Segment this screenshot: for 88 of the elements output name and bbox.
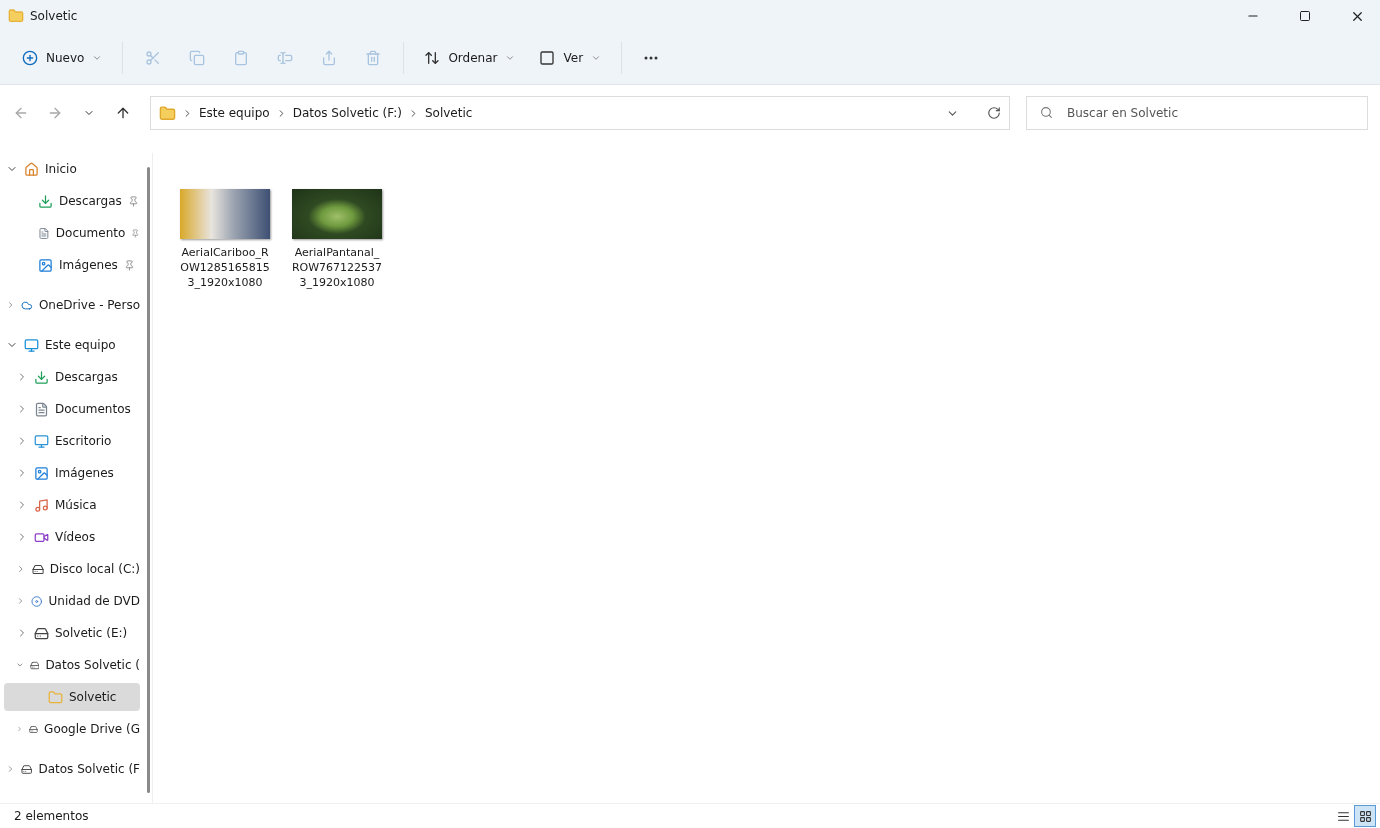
sidebar-item[interactable]: Inicio bbox=[4, 155, 140, 183]
file-name: AerialCariboo_ROW12851658153_1920x1080 bbox=[179, 245, 271, 290]
sidebar-item[interactable]: Datos Solvetic ( bbox=[4, 651, 140, 679]
sidebar-item[interactable]: Solvetic (E:) bbox=[4, 619, 140, 647]
sidebar-item[interactable]: Descargas bbox=[4, 187, 140, 215]
sort-button[interactable]: Ordenar bbox=[414, 41, 526, 75]
sidebar-item[interactable]: Unidad de DVD bbox=[4, 587, 140, 615]
folder-icon bbox=[48, 689, 63, 705]
disc-icon bbox=[31, 593, 43, 609]
forward-arrow-icon bbox=[47, 105, 63, 121]
sidebar-label: Descargas bbox=[59, 194, 122, 208]
photo-placeholder[interactable] bbox=[180, 189, 270, 239]
search-icon bbox=[1040, 106, 1053, 119]
sidebar-item[interactable]: Este equipo bbox=[4, 331, 140, 359]
sidebar-label: Música bbox=[55, 498, 97, 512]
sidebar-label: Disco local (C:) bbox=[49, 562, 140, 576]
address-bar[interactable]: Este equipo Datos Solvetic (F:) Solvetic bbox=[150, 96, 1010, 130]
drive-icon bbox=[34, 625, 49, 641]
picture-icon bbox=[38, 257, 53, 273]
scissors-icon bbox=[145, 50, 162, 66]
music-icon bbox=[34, 497, 49, 513]
sidebar-label: Unidad de DVD bbox=[48, 594, 140, 608]
desktop-icon bbox=[34, 433, 49, 449]
caret-icon bbox=[92, 53, 103, 63]
breadcrumb[interactable]: Solvetic bbox=[424, 106, 473, 120]
sidebar-label: Documentos bbox=[55, 402, 131, 416]
window-title: Solvetic bbox=[30, 9, 79, 23]
sidebar-label: Imágenes bbox=[59, 258, 118, 272]
sidebar-label: Este equipo bbox=[45, 338, 116, 352]
sidebar-label: Documento bbox=[55, 226, 126, 240]
trash-icon bbox=[365, 50, 382, 66]
maximize-icon bbox=[1299, 10, 1311, 22]
home-icon bbox=[24, 161, 39, 177]
download-icon bbox=[34, 369, 49, 385]
rename-icon bbox=[277, 50, 294, 66]
sidebar-item[interactable]: OneDrive - Perso bbox=[4, 291, 140, 319]
picture-icon bbox=[34, 465, 49, 481]
scrollbar[interactable] bbox=[147, 167, 150, 793]
grid-icon bbox=[1358, 809, 1372, 823]
sidebar-item[interactable]: Escritorio bbox=[4, 427, 140, 455]
sidebar-label: Google Drive (G bbox=[44, 722, 140, 736]
folder-icon bbox=[8, 8, 24, 24]
tiles-view-button[interactable] bbox=[1354, 805, 1376, 827]
sidebar-label: Solvetic (E:) bbox=[55, 626, 128, 640]
view-button[interactable]: Ver bbox=[529, 41, 612, 75]
sidebar-label: Descargas bbox=[55, 370, 118, 384]
document-icon bbox=[38, 225, 50, 241]
caret-icon bbox=[505, 53, 516, 63]
monitor-icon bbox=[24, 337, 39, 353]
sidebar-item[interactable]: Descargas bbox=[4, 363, 140, 391]
square-icon bbox=[539, 50, 556, 66]
sidebar-label: Imágenes bbox=[55, 466, 114, 480]
download-icon bbox=[38, 193, 53, 209]
photo-placeholder[interactable] bbox=[292, 189, 382, 239]
folder-icon bbox=[159, 104, 176, 122]
sidebar-item[interactable]: Imágenes bbox=[4, 459, 140, 487]
sidebar-label: Solvetic bbox=[69, 690, 117, 704]
breadcrumb[interactable]: Datos Solvetic (F:) bbox=[292, 106, 402, 120]
new-button[interactable]: Nuevo bbox=[12, 41, 113, 75]
breadcrumb[interactable]: Este equipo bbox=[199, 106, 270, 120]
file-name: AerialPantanal_ROW7671225373_1920x1080 bbox=[291, 245, 383, 290]
sidebar-item[interactable]: Solvetic bbox=[4, 683, 140, 711]
sidebar-item[interactable]: Vídeos bbox=[4, 523, 140, 551]
caret-icon bbox=[591, 53, 602, 63]
sidebar-label: Datos Solvetic ( bbox=[45, 658, 140, 672]
list-icon bbox=[1336, 809, 1350, 823]
item-count: 2 elementos bbox=[14, 809, 90, 823]
clipboard-icon bbox=[233, 50, 250, 66]
more-icon bbox=[644, 56, 659, 60]
plus-icon bbox=[22, 50, 38, 66]
sidebar-item[interactable]: Documentos bbox=[4, 395, 140, 423]
sidebar-label: Datos Solvetic (F bbox=[38, 762, 140, 776]
share-icon bbox=[321, 50, 338, 66]
sidebar-label: Escritorio bbox=[55, 434, 112, 448]
copy-icon bbox=[189, 50, 206, 66]
sidebar-label: OneDrive - Perso bbox=[38, 298, 140, 312]
sort-icon bbox=[424, 50, 441, 66]
sidebar-item[interactable]: Google Drive (G bbox=[4, 715, 140, 743]
sidebar-item[interactable]: Disco local (C:) bbox=[4, 555, 140, 583]
sidebar-label: Vídeos bbox=[55, 530, 96, 544]
document-icon bbox=[34, 401, 49, 417]
refresh-icon[interactable] bbox=[987, 106, 1001, 120]
search-field[interactable]: Buscar en Solvetic bbox=[1026, 96, 1368, 130]
sidebar-item[interactable]: Imágenes bbox=[4, 251, 140, 279]
sidebar-item[interactable]: Documento bbox=[4, 219, 140, 247]
sidebar-item[interactable]: Datos Solvetic (F bbox=[4, 755, 140, 783]
sidebar-item[interactable]: Música bbox=[4, 491, 140, 519]
sidebar-label: Inicio bbox=[45, 162, 77, 176]
